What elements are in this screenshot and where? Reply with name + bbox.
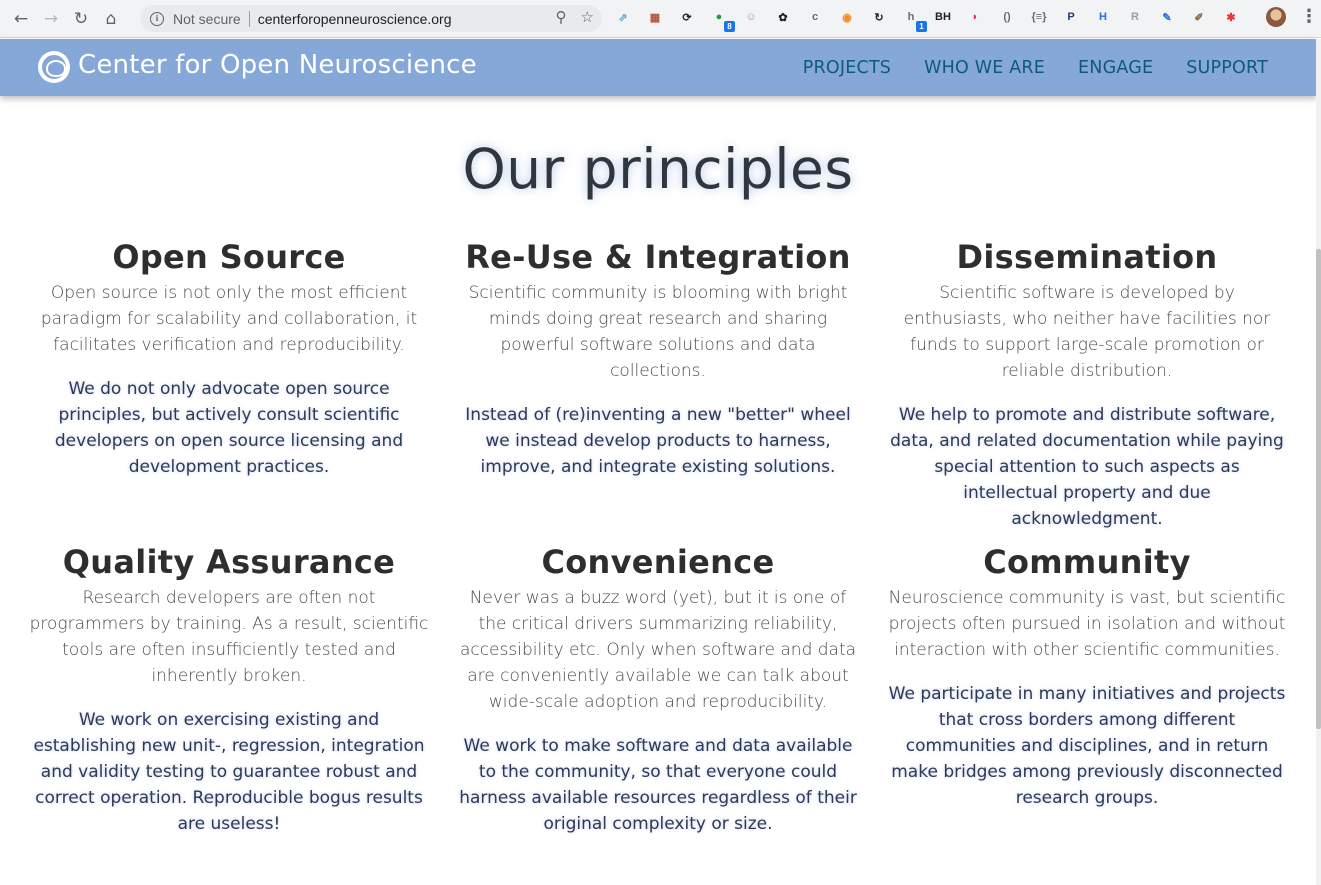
principle-title: Convenience xyxy=(541,543,775,581)
url-text[interactable]: centerforopenneuroscience.org xyxy=(258,11,452,27)
principle-title: Community xyxy=(983,543,1191,581)
principle-commitment: Instead of (re)inventing a new "better" … xyxy=(465,405,851,477)
principle-commitment: We help to promote and distribute softwa… xyxy=(890,405,1284,529)
extension-badge: 1 xyxy=(916,21,927,32)
principle-commitment: We participate in many initiatives and p… xyxy=(888,684,1286,808)
nav-support[interactable]: SUPPORT xyxy=(1186,58,1268,78)
paypal-icon[interactable]: P xyxy=(1060,6,1082,28)
c-icon[interactable]: c xyxy=(804,6,826,28)
principle-title: Re-Use & Integration xyxy=(465,238,851,276)
h-icon[interactable]: H xyxy=(1092,6,1114,28)
principle-commitment: We do not only advocate open source prin… xyxy=(54,379,404,477)
scrollbar-thumb[interactable] xyxy=(1316,249,1321,729)
page-title: Our principles xyxy=(462,137,854,201)
principle-reuse-integration: Re-Use & Integration Scientific communit… xyxy=(458,237,858,480)
profile-avatar[interactable] xyxy=(1266,7,1286,27)
security-label[interactable]: Not secure xyxy=(173,11,241,27)
principle-dissemination: Dissemination Scientific software is dev… xyxy=(887,237,1287,532)
principle-quality-assurance: Quality Assurance Research developers ar… xyxy=(29,542,429,837)
json-icon[interactable]: {≡} xyxy=(1028,6,1050,28)
principle-open-source: Open Source Open source is not only the … xyxy=(29,237,429,480)
asterisk-icon[interactable]: ✱ xyxy=(1220,6,1242,28)
principle-title: Quality Assurance xyxy=(62,543,396,581)
page-scrollbar[interactable] xyxy=(1316,39,1321,885)
principle-description: Neuroscience community is vast, but scie… xyxy=(888,588,1286,660)
circle-arrow-icon[interactable]: ↻ xyxy=(868,6,890,28)
principle-description: Scientific community is blooming with br… xyxy=(468,283,848,381)
principle-title: Dissemination xyxy=(956,238,1218,276)
principle-commitment: We work to make software and data availa… xyxy=(459,736,857,834)
status-dot-icon[interactable]: ● 8 xyxy=(708,6,735,32)
main-nav: PROJECTS WHO WE ARE ENGAGE SUPPORT xyxy=(803,58,1268,78)
clipboard-icon[interactable]: ✐ xyxy=(1188,6,1210,28)
tabs-icon[interactable]: ⇗ xyxy=(612,6,634,28)
extension-badge: 8 xyxy=(724,21,735,32)
nav-projects[interactable]: PROJECTS xyxy=(803,58,891,78)
rss-icon[interactable]: ◉ xyxy=(836,6,858,28)
menu-kebab-icon[interactable]: ⋮ xyxy=(1300,6,1318,27)
pocket-icon[interactable]: ◗ xyxy=(964,6,986,28)
paw-icon[interactable]: ✿ xyxy=(772,6,794,28)
r-icon[interactable]: R xyxy=(1124,6,1146,28)
principle-description: Open source is not only the most efficie… xyxy=(40,283,418,355)
address-separator xyxy=(248,10,250,27)
extensions-bar: ⇗ ▦ ⟳ ● 8 ☺ ✿ c ◉ ↻ h 1 BH ◗ () {≡} P H R ✎ ✐ ✱ xyxy=(612,6,1242,32)
bookmark-star-icon[interactable]: ☆ xyxy=(581,8,594,26)
reload-icon[interactable]: ↻ xyxy=(66,4,96,34)
address-bar[interactable]: i Not secure centerforopenneuroscience.o… xyxy=(140,5,602,32)
zoom-icon[interactable]: ⚲ xyxy=(556,8,567,26)
back-arrow-icon[interactable]: ← xyxy=(6,4,36,34)
site-header: Center for Open Neuroscience PROJECTS WH… xyxy=(0,39,1316,96)
principle-title: Open Source xyxy=(112,238,346,276)
principle-commitment: We work on exercising existing and estab… xyxy=(33,710,425,834)
site-brand[interactable]: Center for Open Neuroscience xyxy=(78,50,477,80)
brackets-icon[interactable]: () xyxy=(996,6,1018,28)
info-icon[interactable]: i xyxy=(150,11,164,26)
principle-community: Community Neuroscience community is vast… xyxy=(887,542,1287,811)
smile-icon[interactable]: ☺ xyxy=(740,6,762,28)
calendar-icon[interactable]: ▦ xyxy=(644,6,666,28)
principle-description: Scientific software is developed by enth… xyxy=(903,283,1271,381)
browser-toolbar: ← → ↻ ⌂ i Not secure centerforopenneuros… xyxy=(0,0,1321,38)
feather-icon[interactable]: ✎ xyxy=(1156,6,1178,28)
principle-description: Research developers are often not progra… xyxy=(29,588,429,686)
brain-logo-icon[interactable] xyxy=(38,51,70,83)
sync-icon[interactable]: ⟳ xyxy=(676,6,698,28)
hk-icon[interactable]: h1 xyxy=(900,6,927,32)
forward-arrow-icon[interactable]: → xyxy=(36,4,66,34)
home-icon[interactable]: ⌂ xyxy=(96,4,126,34)
nav-who-we-are[interactable]: WHO WE ARE xyxy=(924,58,1045,78)
principle-convenience: Convenience Never was a buzz word (yet),… xyxy=(458,542,858,837)
principle-description: Never was a buzz word (yet), but it is o… xyxy=(459,588,857,712)
nav-engage[interactable]: ENGAGE xyxy=(1078,58,1153,78)
bh-icon[interactable]: BH xyxy=(932,6,954,28)
